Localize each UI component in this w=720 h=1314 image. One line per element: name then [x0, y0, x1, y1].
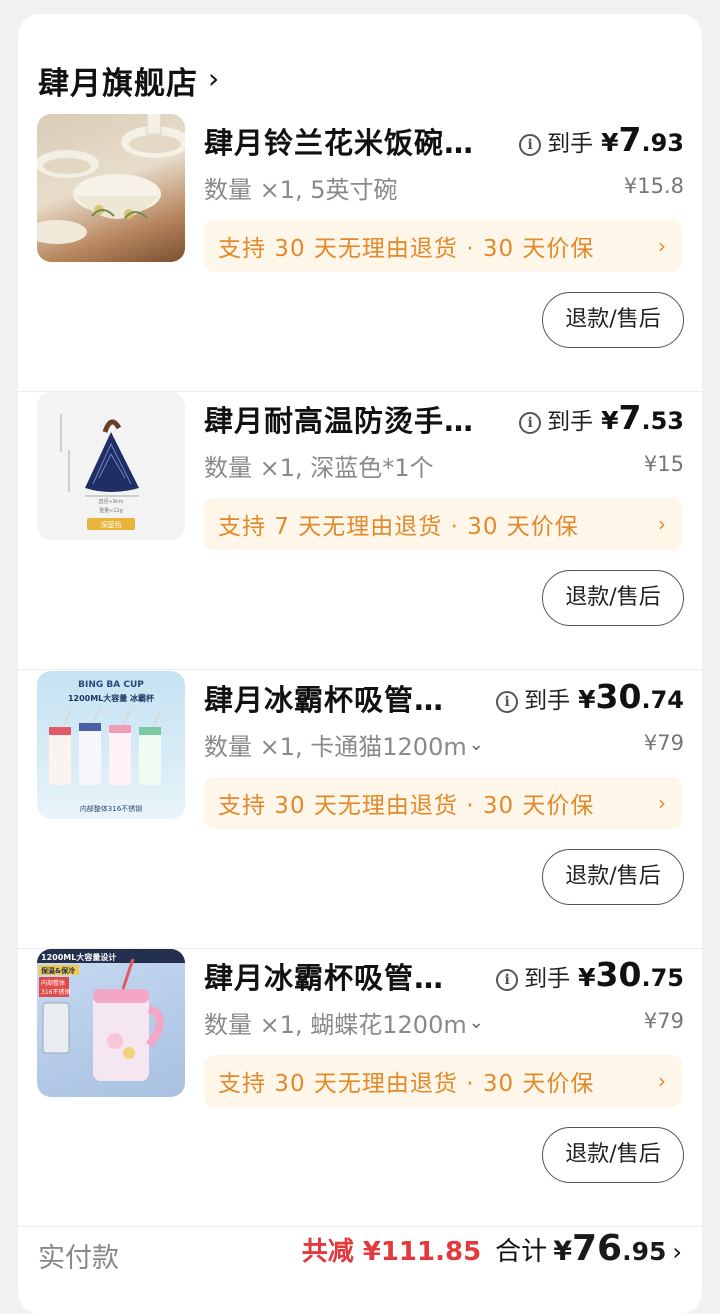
refund-button[interactable]: 退款/售后: [542, 292, 684, 348]
currency-symbol: ¥: [553, 1236, 572, 1267]
thumb-line-4: 316不锈钢: [41, 988, 70, 996]
product-title[interactable]: 肆月冰霸杯吸管…: [204, 677, 474, 719]
product-title[interactable]: 肆月铃兰花米饭碗…: [204, 120, 504, 162]
guarantee-text: 支持 30 天无理由退货 · 30 天价保: [218, 1071, 595, 1097]
product-image[interactable]: [37, 114, 185, 262]
currency-symbol: ¥: [578, 685, 596, 714]
chevron-right-icon: ›: [658, 1069, 666, 1093]
price-integer: 30: [595, 677, 642, 716]
thumb-line-3: 内部整体: [41, 979, 65, 987]
final-price: i 到手 ¥ 30 .75: [496, 955, 684, 994]
spec-text: 数量 ×1, 卡通猫1200m: [204, 733, 467, 761]
info-icon[interactable]: i: [496, 691, 519, 713]
original-price: ¥15: [643, 452, 684, 476]
payment-summary: 实付款 共减 ¥111.85 合计 ¥ 76 .95 ›: [18, 1214, 702, 1296]
product-image[interactable]: BING BA CUP 1200ML大容量 冰霸杯 内部整体316不锈钢: [37, 671, 185, 819]
spec-text: 数量 ×1, 5英寸碗: [204, 176, 398, 204]
thumb-footer: 内部整体316不锈钢: [80, 804, 142, 813]
spec-text: 数量 ×1, 蝴蝶花1200m: [204, 1011, 467, 1039]
total-row[interactable]: 共减 ¥111.85 合计 ¥ 76 .95 ›: [302, 1228, 682, 1269]
info-icon[interactable]: i: [519, 134, 542, 156]
spec-text: 数量 ×1, 深蓝色*1个: [204, 454, 434, 482]
price-decimal: .53: [641, 407, 684, 435]
currency-symbol: ¥: [601, 406, 619, 435]
thumb-line: 1200ML大容量 冰霸杯: [68, 693, 155, 703]
product-spec: 数量 ×1, 卡通猫1200m ⌄: [204, 727, 494, 762]
payment-label: 实付款: [38, 1243, 119, 1274]
chevron-right-icon: ›: [658, 512, 666, 536]
original-price: ¥15.8: [623, 174, 684, 198]
price-label: 到手: [547, 131, 594, 157]
guarantee-text: 支持 7 天无理由退货 · 30 天价保: [218, 514, 579, 540]
final-price: i 到手 ¥ 7 .93: [519, 120, 684, 159]
order-item: 1200ML大容量设计 保温&保冷 内部整体 316不锈钢 肆月冰霸杯吸管… 数…: [18, 949, 702, 1227]
guarantee-text: 支持 30 天无理由退货 · 30 天价保: [218, 236, 595, 262]
total-decimal: .95: [622, 1237, 667, 1266]
original-price: ¥79: [643, 731, 684, 755]
product-image[interactable]: 深蓝色 直径≈9cm 重量≈12g: [37, 392, 185, 540]
guarantee-banner[interactable]: 支持 30 天无理由退货 · 30 天价保 ›: [204, 220, 682, 272]
price-label: 到手: [524, 688, 571, 714]
chevron-down-icon[interactable]: ⌄: [469, 734, 484, 755]
refund-button[interactable]: 退款/售后: [542, 570, 684, 626]
store-header[interactable]: 肆月旗舰店 ›: [38, 58, 219, 103]
chevron-right-icon: ›: [672, 1238, 682, 1266]
store-name: 肆月旗舰店: [38, 66, 198, 102]
total-integer: 76: [571, 1228, 623, 1269]
guarantee-banner[interactable]: 支持 7 天无理由退货 · 30 天价保 ›: [204, 498, 682, 550]
thumb-line-2: 保温&保冷: [40, 966, 75, 975]
price-decimal: .74: [641, 686, 684, 714]
order-item: 肆月铃兰花米饭碗… 数量 ×1, 5英寸碗 i 到手 ¥ 7 .93 ¥15.8…: [18, 114, 702, 392]
info-icon[interactable]: i: [496, 969, 519, 991]
final-price: i 到手 ¥ 30 .74: [496, 677, 684, 716]
price-label: 到手: [524, 966, 571, 992]
product-spec: 数量 ×1, 5英寸碗: [204, 170, 494, 205]
guarantee-banner[interactable]: 支持 30 天无理由退货 · 30 天价保 ›: [204, 1055, 682, 1107]
product-title[interactable]: 肆月冰霸杯吸管…: [204, 955, 474, 997]
product-image[interactable]: 1200ML大容量设计 保温&保冷 内部整体 316不锈钢: [37, 949, 185, 1097]
order-item: BING BA CUP 1200ML大容量 冰霸杯 内部整体316不锈钢 肆月冰…: [18, 671, 702, 949]
chevron-down-icon[interactable]: ⌄: [469, 1012, 484, 1033]
info-icon[interactable]: i: [519, 412, 542, 434]
price-integer: 7: [618, 398, 642, 437]
chevron-right-icon: ›: [208, 62, 220, 95]
thumb-brand: BING BA CUP: [78, 680, 144, 690]
product-title[interactable]: 肆月耐高温防烫手…: [204, 398, 504, 440]
total-label: 合计: [495, 1237, 548, 1267]
chevron-right-icon: ›: [658, 234, 666, 258]
price-decimal: .93: [641, 129, 684, 157]
discount-total: 共减 ¥111.85: [301, 1237, 482, 1267]
price-decimal: .75: [641, 964, 684, 992]
divider: [18, 669, 702, 670]
order-card: 肆月旗舰店 › 肆月铃兰花米饭碗… 数量 ×1, 5英寸碗 i 到手 ¥ 7 .…: [18, 14, 702, 1314]
refund-button[interactable]: 退款/售后: [542, 849, 684, 905]
thumb-dim-1: 直径≈9cm: [99, 498, 124, 505]
price-integer: 30: [595, 955, 642, 994]
price-integer: 7: [618, 120, 642, 159]
chevron-right-icon: ›: [658, 791, 666, 815]
thumb-tag: 深蓝色: [101, 520, 122, 529]
product-spec: 数量 ×1, 蝴蝶花1200m ⌄: [204, 1005, 494, 1040]
price-label: 到手: [547, 409, 594, 435]
currency-symbol: ¥: [578, 963, 596, 992]
guarantee-banner[interactable]: 支持 30 天无理由退货 · 30 天价保 ›: [204, 777, 682, 829]
refund-button[interactable]: 退款/售后: [542, 1127, 684, 1183]
guarantee-text: 支持 30 天无理由退货 · 30 天价保: [218, 793, 595, 819]
final-price: i 到手 ¥ 7 .53: [519, 398, 684, 437]
product-spec: 数量 ×1, 深蓝色*1个: [204, 448, 494, 483]
original-price: ¥79: [643, 1009, 684, 1033]
order-item: 深蓝色 直径≈9cm 重量≈12g 肆月耐高温防烫手… 数量 ×1, 深蓝色*1…: [18, 392, 702, 670]
thumb-line-1: 1200ML大容量设计: [41, 952, 116, 962]
currency-symbol: ¥: [601, 128, 619, 157]
thumb-dim-2: 重量≈12g: [99, 507, 123, 514]
